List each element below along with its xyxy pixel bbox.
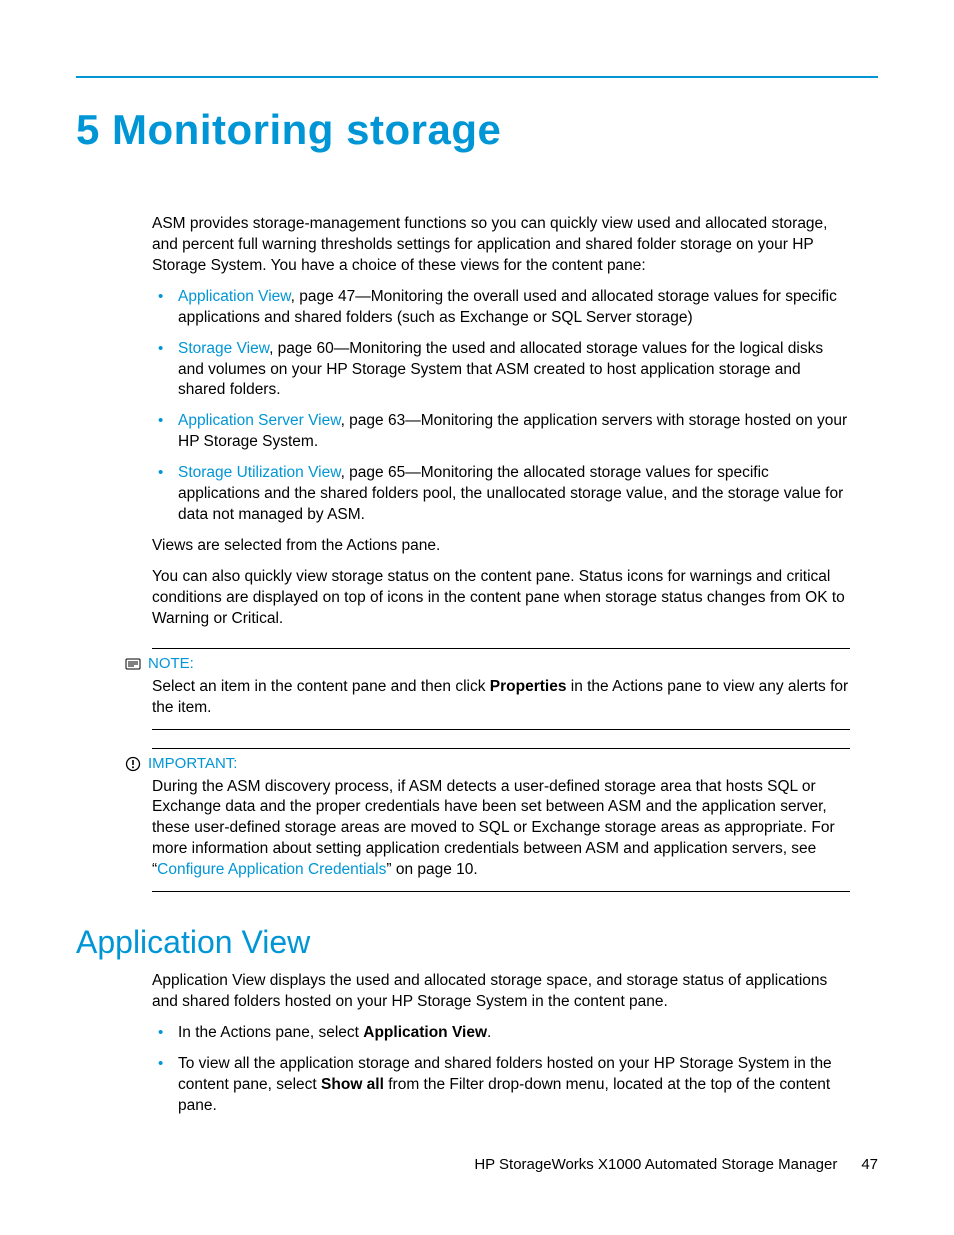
list-item: Storage View, page 60—Monitoring the use… (152, 339, 850, 402)
list-item: Storage Utilization View, page 65—Monito… (152, 463, 850, 526)
note-label: NOTE: (148, 655, 194, 672)
note-header: NOTE: (152, 655, 850, 673)
text: . (487, 1024, 491, 1041)
appview-block: Application View displays the used and a… (152, 971, 850, 1117)
appview-list: In the Actions pane, select Application … (152, 1023, 850, 1117)
rule (152, 891, 850, 892)
footer-title: HP StorageWorks X1000 Automated Storage … (474, 1156, 837, 1173)
bold-text: Properties (490, 678, 567, 695)
note-admonition: NOTE: Select an item in the content pane… (152, 648, 850, 730)
note-icon (124, 655, 142, 673)
list-item: In the Actions pane, select Application … (152, 1023, 850, 1044)
intro-paragraph: ASM provides storage-management function… (152, 214, 850, 277)
important-admonition: IMPORTANT: During the ASM discovery proc… (152, 748, 850, 893)
page-number: 47 (861, 1156, 878, 1173)
page: 5 Monitoring storage ASM provides storag… (0, 0, 954, 1235)
paragraph: You can also quickly view storage status… (152, 567, 850, 630)
link-application-view[interactable]: Application View (178, 288, 291, 305)
views-list: Application View, page 47—Monitoring the… (152, 287, 850, 526)
list-item: Application Server View, page 63—Monitor… (152, 411, 850, 453)
list-item: Application View, page 47—Monitoring the… (152, 287, 850, 329)
chapter-heading: 5 Monitoring storage (76, 106, 878, 154)
text: In the Actions pane, select (178, 1024, 363, 1041)
link-storage-utilization-view[interactable]: Storage Utilization View (178, 464, 341, 481)
text: Select an item in the content pane and t… (152, 678, 490, 695)
paragraph: Views are selected from the Actions pane… (152, 536, 850, 557)
note-body: Select an item in the content pane and t… (152, 677, 850, 719)
link-configure-credentials[interactable]: Configure Application Credentials (157, 861, 386, 878)
chapter-title: Monitoring storage (112, 106, 501, 153)
rule (152, 729, 850, 730)
bold-text: Application View (363, 1024, 487, 1041)
intro-block: ASM provides storage-management function… (152, 214, 850, 630)
rule (152, 748, 850, 749)
rule (152, 648, 850, 649)
link-storage-view[interactable]: Storage View (178, 340, 269, 357)
bold-text: Show all (321, 1076, 384, 1093)
important-icon (124, 755, 142, 773)
important-label: IMPORTANT: (148, 755, 237, 772)
list-item-text: , page 60—Monitoring the used and alloca… (178, 340, 823, 399)
link-application-server-view[interactable]: Application Server View (178, 412, 341, 429)
paragraph: Application View displays the used and a… (152, 971, 850, 1013)
top-rule (76, 76, 878, 78)
section-heading-application-view: Application View (76, 924, 878, 961)
important-body: During the ASM discovery process, if ASM… (152, 777, 850, 882)
important-header: IMPORTANT: (152, 755, 850, 773)
list-item: To view all the application storage and … (152, 1054, 850, 1117)
page-footer: HP StorageWorks X1000 Automated Storage … (474, 1156, 878, 1173)
text: ” on page 10. (386, 861, 477, 878)
chapter-number: 5 (76, 106, 100, 153)
